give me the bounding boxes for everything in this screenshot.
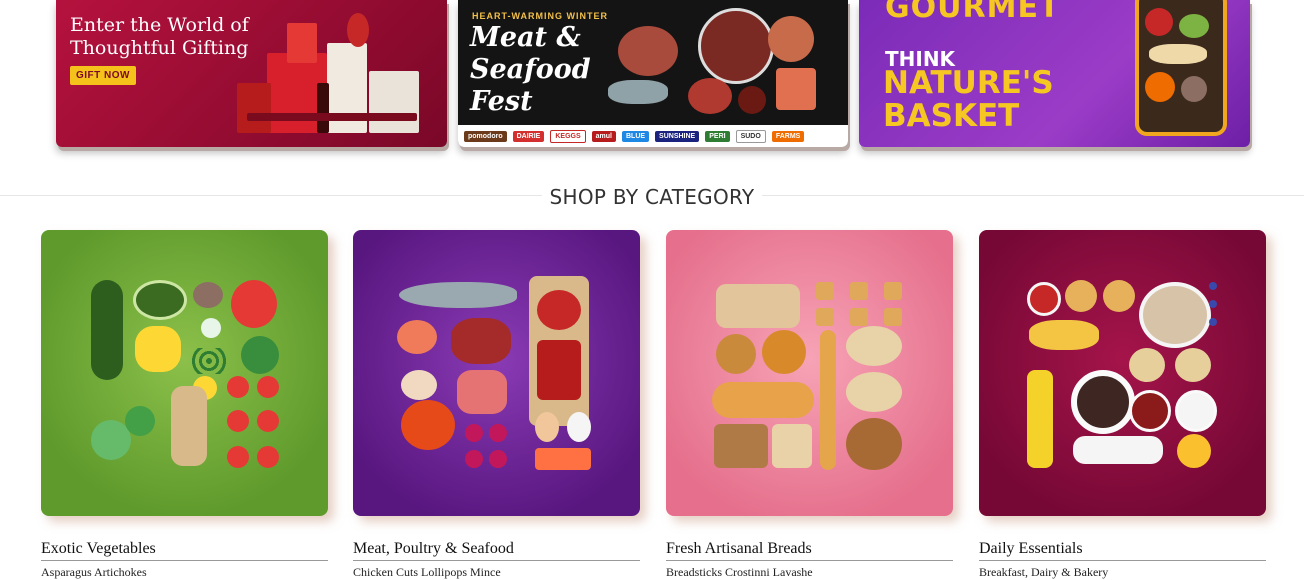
brand-logo: BLUE bbox=[621, 130, 650, 142]
brand-logo: pomodoro bbox=[464, 130, 507, 142]
category-title[interactable]: Daily Essentials bbox=[979, 540, 1266, 560]
category-card-meat-poultry-seafood[interactable]: Meat, Poultry & Seafood Chicken Cuts Lol… bbox=[353, 230, 640, 580]
category-subitems[interactable]: Breakfast, Dairy & Bakery bbox=[979, 565, 1266, 580]
section-heading: SHOP BY CATEGORY bbox=[0, 185, 1304, 209]
daily-essentials-image[interactable] bbox=[979, 230, 1266, 516]
meat-poultry-seafood-image[interactable] bbox=[353, 230, 640, 516]
shop-by-category-title: SHOP BY CATEGORY bbox=[541, 185, 763, 209]
category-subitems[interactable]: Breadsticks Crostinni Lavashe bbox=[666, 565, 953, 580]
category-title[interactable]: Fresh Artisanal Breads bbox=[666, 540, 953, 560]
brand-logo: amul bbox=[591, 130, 616, 142]
brand-logo: SUDO bbox=[735, 129, 766, 143]
gift-hampers-image bbox=[227, 13, 427, 133]
natures-basket-line2: BASKET bbox=[883, 98, 1020, 134]
category-title[interactable]: Exotic Vegetables bbox=[41, 540, 328, 560]
brand-logos-strip: pomodoro DAIRIE KEGGS amul BLUE SUNSHINE… bbox=[458, 125, 848, 147]
brand-logo: SUNSHINE bbox=[655, 130, 700, 142]
category-card-daily-essentials[interactable]: Daily Essentials Breakfast, Dairy & Bake… bbox=[979, 230, 1266, 580]
category-divider bbox=[353, 560, 640, 561]
category-title[interactable]: Meat, Poultry & Seafood bbox=[353, 540, 640, 560]
category-card-fresh-artisanal-breads[interactable]: Fresh Artisanal Breads Breadsticks Crost… bbox=[666, 230, 953, 580]
fresh-artisanal-breads-image[interactable] bbox=[666, 230, 953, 516]
brand-logo: PERI bbox=[705, 130, 730, 142]
category-divider bbox=[979, 560, 1266, 561]
category-divider bbox=[41, 560, 328, 561]
natures-basket-line1: NATURE'S bbox=[883, 65, 1054, 101]
gifting-banner-line2: Thoughtful Gifting bbox=[70, 37, 249, 59]
phone-platter-image bbox=[1135, 0, 1227, 136]
gifting-banner[interactable]: Enter the World of Thoughtful Gifting GI… bbox=[56, 0, 447, 147]
natures-basket-banner[interactable]: GOURMET THINK NATURE'S BASKET bbox=[859, 0, 1250, 147]
category-divider bbox=[666, 560, 953, 561]
category-subitems[interactable]: Chicken Cuts Lollipops Mince bbox=[353, 565, 640, 580]
meat-seafood-fest-banner[interactable]: HEART-WARMING WINTER Meat & Seafood Fest… bbox=[458, 0, 848, 147]
meat-platter-image bbox=[608, 6, 844, 118]
fest-kicker: HEART-WARMING WINTER bbox=[472, 11, 608, 21]
gifting-banner-line1: Enter the World of bbox=[70, 14, 249, 36]
category-card-exotic-vegetables[interactable]: Exotic Vegetables Asparagus Artichokes bbox=[41, 230, 328, 580]
category-subitems[interactable]: Asparagus Artichokes bbox=[41, 565, 328, 580]
brand-logo: KEGGS bbox=[550, 129, 586, 143]
gourmet-heading: GOURMET bbox=[885, 0, 1061, 25]
gift-now-button[interactable]: GIFT NOW bbox=[70, 66, 136, 85]
brand-logo: DAIRIE bbox=[512, 130, 545, 142]
brand-logo: FARMS bbox=[771, 130, 805, 142]
natures-basket-title: NATURE'S BASKET bbox=[883, 67, 1054, 133]
gifting-banner-headline: Enter the World of Thoughtful Gifting bbox=[70, 14, 249, 60]
exotic-vegetables-image[interactable] bbox=[41, 230, 328, 516]
